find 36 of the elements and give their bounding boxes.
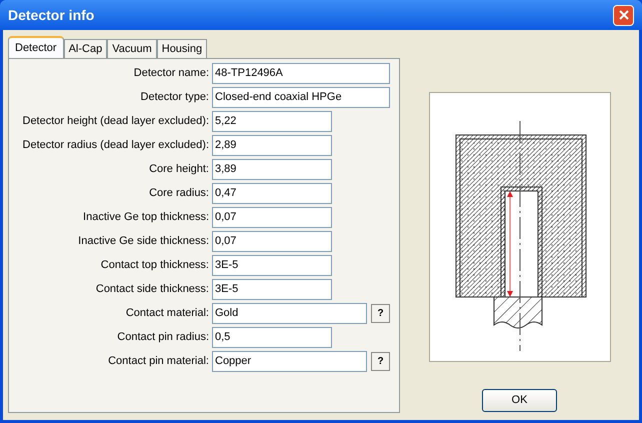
help-button[interactable]: ? <box>371 304 390 323</box>
field-label: Inactive Ge side thickness: <box>77 234 209 250</box>
ok-button[interactable]: OK <box>482 389 557 412</box>
tab[interactable]: Housing <box>156 39 208 58</box>
input-field[interactable]: 0,07 <box>212 207 332 228</box>
field-label: Core height: <box>148 162 209 178</box>
help-button[interactable]: ? <box>371 352 390 371</box>
field-label: Contact pin material: <box>107 354 209 370</box>
field-label: Detector type: <box>140 90 209 106</box>
field-label: Detector radius (dead layer excluded): <box>22 138 209 154</box>
tab[interactable]: Al-Cap <box>64 39 108 58</box>
field-label: Detector height (dead layer excluded): <box>22 114 209 130</box>
input-field[interactable]: Copper <box>212 351 367 372</box>
input-field[interactable]: 48-TP12496A <box>212 63 390 84</box>
input-field[interactable]: 3,89 <box>212 159 332 180</box>
window-title: Detector info <box>8 6 94 24</box>
input-field[interactable]: 3E-5 <box>212 255 332 276</box>
field-label: Contact top thickness: <box>100 258 209 274</box>
input-field[interactable]: 0,47 <box>212 183 332 204</box>
input-field[interactable]: 5,22 <box>212 111 332 132</box>
field-label: Contact material: <box>124 306 209 322</box>
input-field[interactable]: 3E-5 <box>212 279 332 300</box>
close-button[interactable] <box>613 4 634 26</box>
input-field[interactable]: Closed-end coaxial HPGe <box>212 87 390 108</box>
field-label: Core radius: <box>148 186 209 202</box>
tab[interactable]: Vacuum <box>107 39 157 58</box>
input-field[interactable]: 2,89 <box>212 135 332 156</box>
tab[interactable]: Detector <box>8 36 64 58</box>
field-label: Contact side thickness: <box>94 282 209 298</box>
close-icon <box>618 10 628 20</box>
input-field[interactable]: 0,07 <box>212 231 332 252</box>
field-label: Contact pin radius: <box>116 330 209 346</box>
field-label: Inactive Ge top thickness: <box>82 210 209 226</box>
field-label: Detector name: <box>132 66 209 82</box>
input-field[interactable]: Gold <box>212 303 367 324</box>
input-field[interactable]: 0,5 <box>212 327 332 348</box>
